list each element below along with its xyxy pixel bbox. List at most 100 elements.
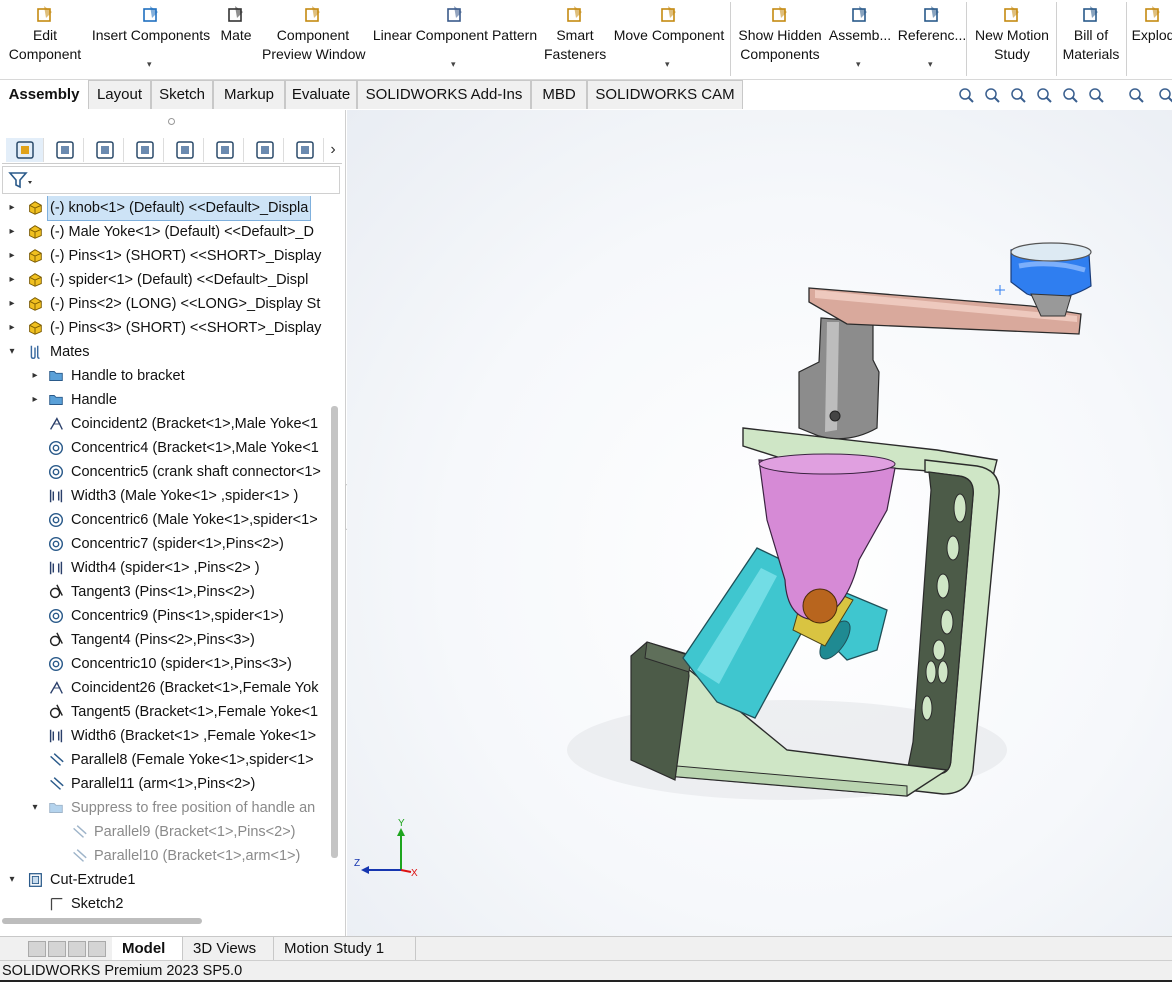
view-orientation-icon[interactable] [1087,86,1105,104]
collapsed-arrow-icon[interactable]: ▸ [29,388,41,412]
reference-geometry-button[interactable]: Referenc... ▾ [896,0,968,78]
collapsed-arrow-icon[interactable]: ▸ [6,316,18,340]
tree-child-item[interactable]: Parallel9 (Bracket<1>,Pins<2>) [0,820,326,844]
configurationmanager-icon[interactable] [86,138,124,162]
knob-top [1010,242,1092,262]
tree-vertical-scrollbar[interactable] [331,406,338,858]
tree-child-item[interactable]: Tangent3 (Pins<1>,Pins<2>) [0,580,326,604]
section-view-icon[interactable] [1035,86,1053,104]
previous-tab-button[interactable] [48,941,66,957]
tab-markup[interactable]: Markup [213,80,285,109]
tree-child-item[interactable]: Width6 (Bracket<1> ,Female Yoke<1> [0,724,326,748]
tree-child-item[interactable]: Tangent4 (Pins<2>,Pins<3>) [0,628,326,652]
mate-button[interactable]: Mate [216,0,256,78]
tree-child-item[interactable]: ▸ Handle to bracket [0,364,326,388]
tree-item[interactable]: ▸ (-) spider<1> (Default) <<Default>_Disp… [0,268,326,292]
filter-icon[interactable] [7,169,33,191]
assembly-model[interactable] [347,110,1172,936]
new-motion-study-button[interactable]: New Motion Study [970,0,1054,78]
tree-child-item[interactable]: Coincident2 (Bracket<1>,Male Yoke<1 [0,412,326,436]
graphics-area[interactable]: Y Z X [347,110,1172,936]
collapsed-arrow-icon[interactable]: ▸ [6,196,18,220]
tree-child-item[interactable]: Tangent5 (Bracket<1>,Female Yoke<1 [0,700,326,724]
first-tab-button[interactable] [28,941,46,957]
collapsed-arrow-icon[interactable]: ▸ [6,292,18,316]
triad-z-label: Z [354,858,360,869]
zoom-to-fit-icon[interactable] [957,86,975,104]
collapsed-arrow-icon[interactable]: ▸ [29,364,41,388]
component-preview-window-button[interactable]: Component Preview Window [262,0,365,78]
tab-assembly[interactable]: Assembly [0,80,88,109]
collapsed-arrow-icon[interactable]: ▸ [6,244,18,268]
tree-item[interactable]: ▸ (-) Male Yoke<1> (Default) <<Default>_D [0,220,326,244]
bill-of-materials-button[interactable]: Bill of Materials [1058,0,1124,78]
tree-item[interactable]: ▸ (-) Pins<3> (SHORT) <<SHORT>_Display [0,316,326,340]
exploded-view-button[interactable]: Explod [1128,0,1172,78]
tree-item[interactable]: ▸ (-) Pins<1> (SHORT) <<SHORT>_Display [0,244,326,268]
pane-tabs-more-icon[interactable]: › [326,138,340,162]
cam-feature-icon[interactable] [206,138,244,162]
show-hidden-components-button[interactable]: Show Hidden Components [734,0,826,78]
previous-view-icon[interactable] [1009,86,1027,104]
chevron-down-icon[interactable]: ▾ [856,55,861,74]
chevron-down-icon[interactable]: ▾ [147,55,152,74]
tree-child-item[interactable]: Width4 (spider<1> ,Pins<2> ) [0,556,326,580]
tree-filter-bar[interactable] [2,166,340,194]
expanded-arrow-icon[interactable]: ▾ [29,796,41,820]
tree-item[interactable]: ▸ (-) knob<1> (Default) <<Default>_Displa [0,196,326,221]
tab-layout[interactable]: Layout [88,80,151,109]
next-tab-button[interactable] [68,941,86,957]
tab-solidworks-cam[interactable]: SOLIDWORKS CAM [587,80,743,109]
bottom-tab-motion-study-1[interactable]: Motion Study 1 [274,937,416,961]
tree-horizontal-scrollbar[interactable] [2,918,202,924]
panel-grip[interactable] [168,118,175,125]
dimxpert-icon[interactable] [126,138,164,162]
tree-child-item[interactable]: Concentric5 (crank shaft connector<1> [0,460,326,484]
dynamic-annotation-icon[interactable] [1061,86,1079,104]
linear-component-pattern-button[interactable]: Linear Component Pattern ▾ [370,0,540,78]
hide-show-icon[interactable] [1157,86,1172,104]
featuremanager-icon[interactable] [6,138,44,162]
tree-item[interactable]: ▾ Cut-Extrude1 [0,868,326,892]
tree-child-item[interactable]: Concentric9 (Pins<1>,spider<1>) [0,604,326,628]
smart-fasteners-button[interactable]: Smart Fasteners [544,0,606,78]
display-style-icon[interactable] [1127,86,1145,104]
tree-child-item[interactable]: ▾ Suppress to free position of handle an [0,796,326,820]
display-manager-icon[interactable] [166,138,204,162]
tree-child-item[interactable]: Parallel8 (Female Yoke<1>,spider<1> [0,748,326,772]
tree-child-item[interactable]: ▸ Handle [0,388,326,412]
collapsed-arrow-icon[interactable]: ▸ [6,268,18,292]
expanded-arrow-icon[interactable]: ▾ [6,340,18,364]
chevron-down-icon[interactable]: ▾ [928,55,933,74]
tree-child-item[interactable]: Concentric4 (Bracket<1>,Male Yoke<1 [0,436,326,460]
tree-child-item[interactable]: Width3 (Male Yoke<1> ,spider<1> ) [0,484,326,508]
tree-child-item[interactable]: Parallel11 (arm<1>,Pins<2>) [0,772,326,796]
move-component-button[interactable]: Move Component ▾ [610,0,728,78]
assembly-features-button[interactable]: Assemb... ▾ [828,0,892,78]
tree-child-item[interactable]: Parallel10 (Bracket<1>,arm<1>) [0,844,326,868]
tree-child-item[interactable]: Concentric6 (Male Yoke<1>,spider<1> [0,508,326,532]
chevron-down-icon[interactable]: ▾ [451,55,456,74]
chevron-down-icon[interactable]: ▾ [665,55,670,74]
propertymanager-icon[interactable] [46,138,84,162]
edit-component-button[interactable]: Edit Component [4,0,86,78]
tree-child-item[interactable]: Coincident26 (Bracket<1>,Female Yok [0,676,326,700]
zoom-to-area-icon[interactable] [983,86,1001,104]
tree-child-item[interactable]: Concentric10 (spider<1>,Pins<3>) [0,652,326,676]
tab-sketch[interactable]: Sketch [151,80,213,109]
bottom-tab-model[interactable]: Model [112,937,183,961]
tab-solidworks-add-ins[interactable]: SOLIDWORKS Add-Ins [357,80,531,109]
bottom-tab-3d-views[interactable]: 3D Views [183,937,274,961]
collapsed-arrow-icon[interactable]: ▸ [6,220,18,244]
expanded-arrow-icon[interactable]: ▾ [6,868,18,892]
tree-child-item[interactable]: Sketch2 [0,892,326,916]
last-tab-button[interactable] [88,941,106,957]
cam-operation-icon[interactable] [246,138,284,162]
tree-child-item[interactable]: Concentric7 (spider<1>,Pins<2>) [0,532,326,556]
insert-components-button[interactable]: Insert Components ▾ [90,0,212,78]
tab-mbd[interactable]: MBD [531,80,587,109]
cam-tools-icon[interactable] [286,138,324,162]
tree-item[interactable]: ▾ Mates [0,340,326,364]
tab-evaluate[interactable]: Evaluate [285,80,357,109]
tree-item[interactable]: ▸ (-) Pins<2> (LONG) <<LONG>_Display St [0,292,326,316]
